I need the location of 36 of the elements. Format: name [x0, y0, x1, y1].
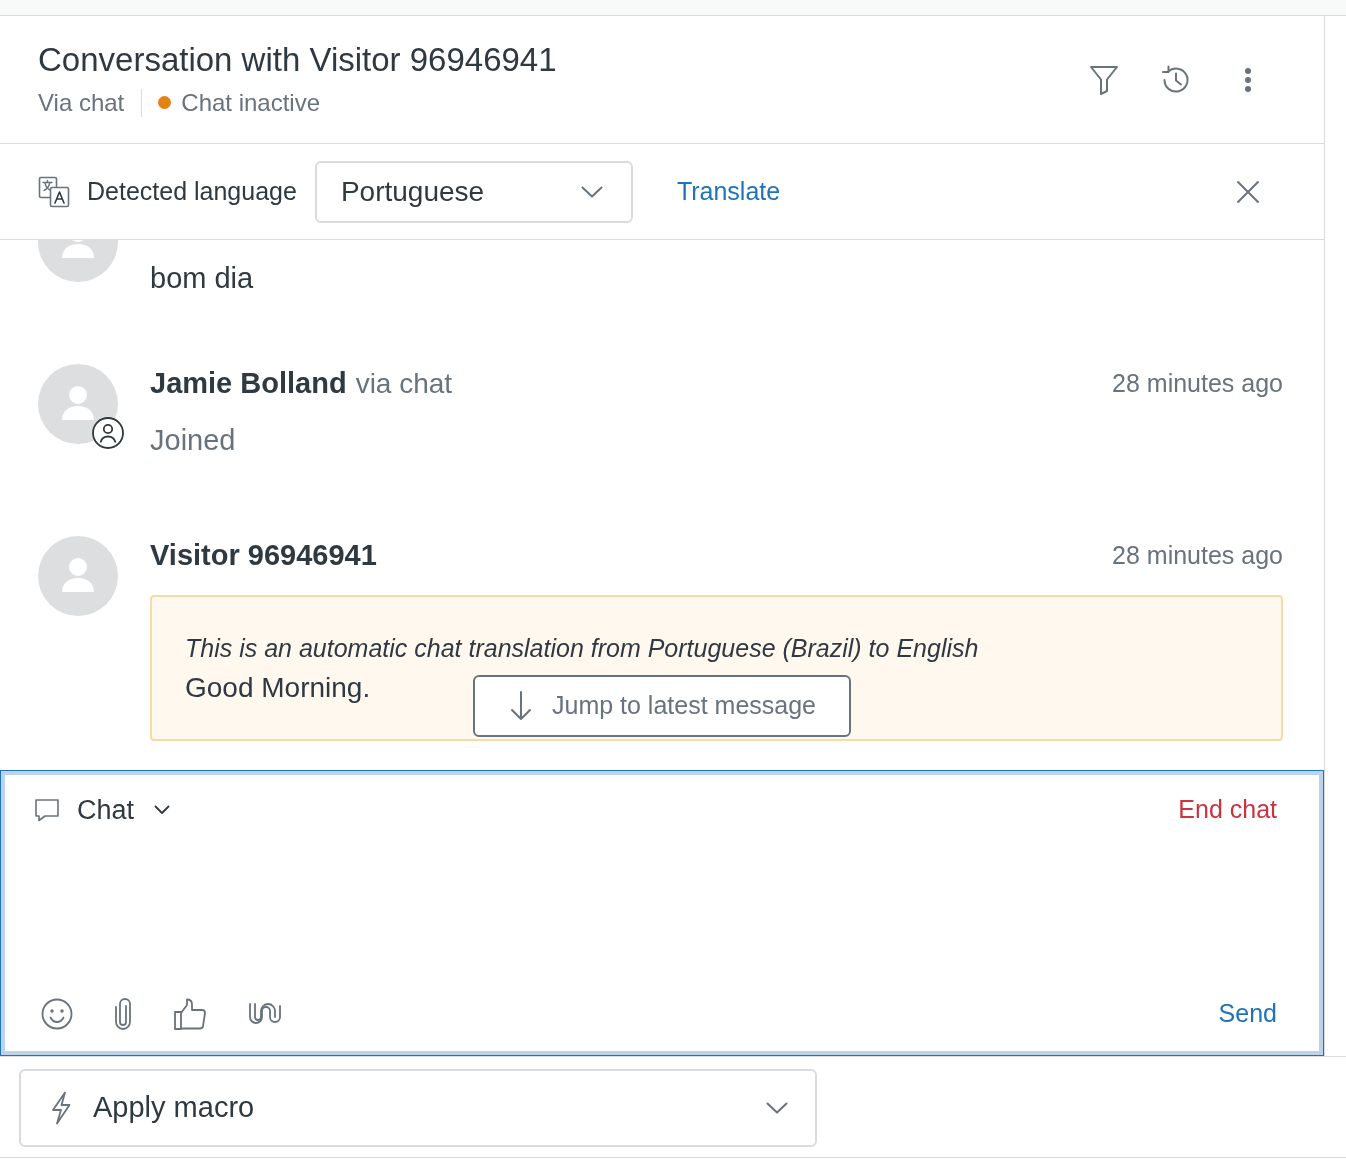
channel-label: Via chat [38, 87, 125, 118]
author-name: Jamie Bolland [150, 366, 347, 402]
translation-notice: This is an automatic chat translation from Portuguese (Brazil) to English [185, 633, 979, 664]
lightning-icon [50, 1091, 72, 1125]
translated-message-text: Good Morning. [185, 671, 371, 705]
avatar-icon [38, 364, 118, 444]
channel-label: via chat [355, 367, 453, 401]
arrow-down-icon [509, 690, 533, 722]
message-composer[interactable]: Chat End chat Send [0, 770, 1324, 1056]
speech-bubble-icon [34, 798, 60, 822]
translate-icon [38, 175, 70, 208]
conversation-title: Conversation with Visitor 96946941 [38, 40, 557, 79]
chevron-icon [766, 1102, 788, 1114]
chevron-icon [154, 805, 171, 815]
filter-icon[interactable] [1089, 63, 1119, 96]
smiley-icon[interactable] [41, 998, 73, 1030]
macro-select[interactable]: Apply macro [19, 1069, 817, 1147]
language-select[interactable]: Portuguese [314, 160, 633, 223]
thumbs-up-icon[interactable] [173, 997, 207, 1031]
more-options-icon[interactable] [1244, 66, 1252, 93]
end-chat-button[interactable]: End chat [1178, 791, 1277, 829]
translate-link[interactable]: Translate [676, 172, 781, 211]
paperclip-icon[interactable] [113, 997, 133, 1031]
history-icon[interactable] [1160, 63, 1192, 96]
chevron-icon [580, 185, 603, 198]
message-text: bom dia [150, 261, 254, 296]
close-icon[interactable] [1236, 179, 1260, 204]
detected-language-label: Detected language [87, 175, 297, 207]
send-button[interactable]: Send [1218, 995, 1277, 1033]
timestamp: 28 minutes ago [1112, 368, 1283, 400]
timestamp: 28 minutes ago [1112, 540, 1283, 572]
status-label: Chat inactive [181, 87, 321, 118]
author-name: Visitor 96946941 [150, 538, 377, 574]
system-event-text: Joined [150, 423, 236, 458]
jump-to-latest-button[interactable]: Jump to latest message [473, 675, 851, 737]
channel-dropdown[interactable]: Chat [34, 789, 171, 831]
